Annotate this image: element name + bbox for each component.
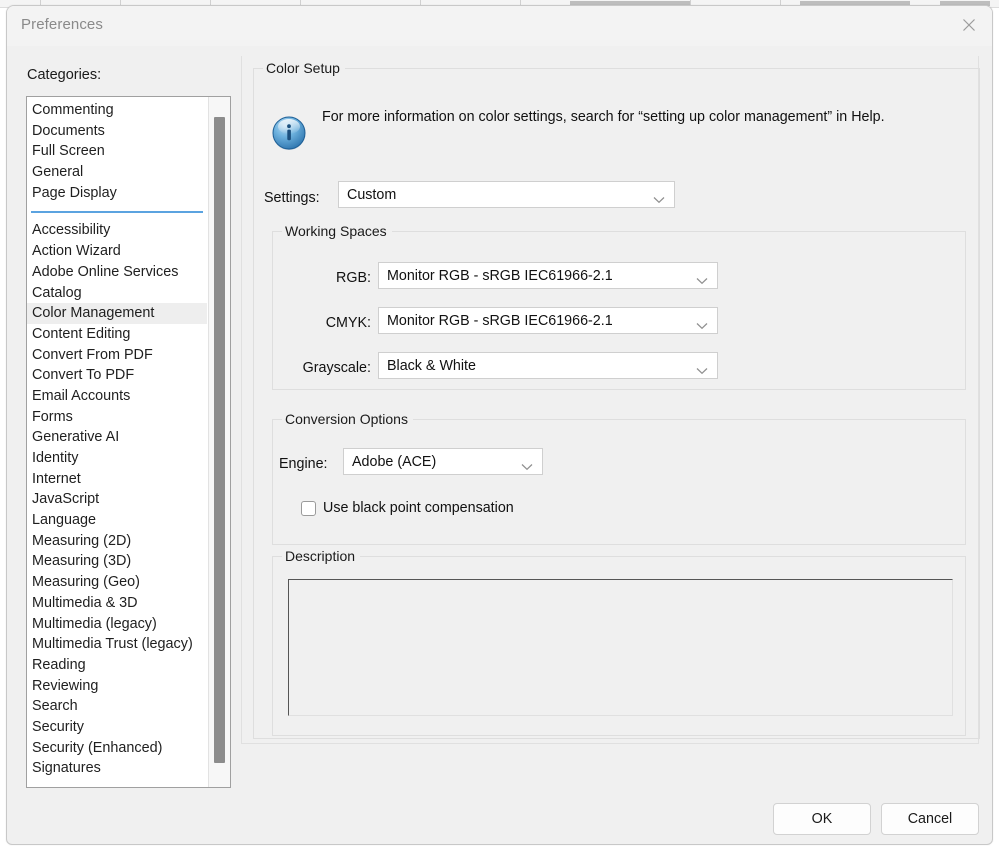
cmyk-dropdown[interactable]: Monitor RGB - sRGB IEC61966-2.1: [378, 307, 718, 334]
sidebar-item-documents[interactable]: Documents: [27, 121, 207, 142]
sidebar-item-adobe-online-services[interactable]: Adobe Online Services: [27, 262, 207, 283]
working-spaces-group: Working Spaces RGB: Monitor RGB - sRGB I…: [272, 223, 966, 390]
rgb-label: RGB:: [336, 270, 371, 286]
engine-label: Engine:: [279, 456, 328, 472]
sidebar-item-measuring-2d[interactable]: Measuring (2D): [27, 531, 207, 552]
window-title: Preferences: [21, 16, 103, 33]
sidebar-item-language[interactable]: Language: [27, 510, 207, 531]
sidebar-item-security[interactable]: Security: [27, 717, 207, 738]
conversion-options-legend: Conversion Options: [282, 411, 413, 427]
sidebar-item-multimedia-legacy[interactable]: Multimedia (legacy): [27, 614, 207, 635]
title-bar: Preferences: [7, 6, 992, 46]
settings-dropdown-value: Custom: [347, 186, 397, 203]
conversion-options-group: Conversion Options Engine: Adobe (ACE) U…: [272, 411, 966, 545]
categories-list[interactable]: Commenting Documents Full Screen General Pag…: [27, 97, 207, 787]
categories-listbox[interactable]: Commenting Documents Full Screen General Pag…: [26, 96, 231, 788]
sidebar-item-general[interactable]: General: [27, 162, 207, 183]
engine-dropdown[interactable]: Adobe (ACE): [343, 448, 543, 475]
info-text: For more information on color settings, …: [322, 109, 885, 125]
sidebar-item-catalog[interactable]: Catalog: [27, 283, 207, 304]
cmyk-dropdown-value: Monitor RGB - sRGB IEC61966-2.1: [387, 312, 613, 329]
sidebar-item-accessibility[interactable]: Accessibility: [27, 220, 207, 241]
sidebar-item-reviewing[interactable]: Reviewing: [27, 676, 207, 697]
engine-dropdown-value: Adobe (ACE): [352, 453, 437, 470]
settings-label: Settings:: [264, 190, 320, 206]
sidebar-item-convert-from-pdf[interactable]: Convert From PDF: [27, 345, 207, 366]
preferences-dialog: Preferences Categories: Commenting Docume…: [6, 5, 993, 845]
description-legend: Description: [282, 548, 361, 564]
chevron-down-icon: [696, 272, 708, 284]
rgb-dropdown-value: Monitor RGB - sRGB IEC61966-2.1: [387, 267, 613, 284]
sidebar-item-generative-ai[interactable]: Generative AI: [27, 427, 207, 448]
grayscale-label: Grayscale:: [302, 360, 371, 376]
chevron-down-icon: [696, 362, 708, 374]
description-textbox: [288, 579, 953, 716]
color-setup-group: Color Setup For more information on colo…: [253, 60, 980, 739]
color-setup-legend: Color Setup: [263, 60, 345, 76]
sidebar-item-color-management[interactable]: Color Management: [27, 303, 207, 324]
grayscale-dropdown-value: Black & White: [387, 357, 476, 374]
working-spaces-legend: Working Spaces: [282, 223, 392, 239]
sidebar-item-action-wizard[interactable]: Action Wizard: [27, 241, 207, 262]
description-group: Description: [272, 548, 966, 736]
sidebar-item-convert-to-pdf[interactable]: Convert To PDF: [27, 365, 207, 386]
sidebar-item-forms[interactable]: Forms: [27, 407, 207, 428]
chevron-down-icon: [653, 191, 665, 203]
sidebar-item-full-screen[interactable]: Full Screen: [27, 141, 207, 162]
sidebar-item-signatures[interactable]: Signatures: [27, 758, 207, 779]
sidebar-item-internet[interactable]: Internet: [27, 469, 207, 490]
black-point-compensation-checkbox[interactable]: Use black point compensation: [301, 500, 514, 516]
rgb-dropdown[interactable]: Monitor RGB - sRGB IEC61966-2.1: [378, 262, 718, 289]
categories-separator: [27, 203, 207, 220]
chevron-down-icon: [521, 458, 533, 470]
checkbox-box[interactable]: [301, 500, 316, 516]
sidebar-item-page-display[interactable]: Page Display: [27, 183, 207, 204]
cmyk-label: CMYK:: [325, 315, 371, 331]
categories-scrollbar[interactable]: [208, 97, 230, 787]
sidebar-item-commenting[interactable]: Commenting: [27, 100, 207, 121]
sidebar-item-measuring-geo[interactable]: Measuring (Geo): [27, 572, 207, 593]
sidebar-item-multimedia-3d[interactable]: Multimedia & 3D: [27, 593, 207, 614]
grayscale-dropdown[interactable]: Black & White: [378, 352, 718, 379]
ok-button[interactable]: OK: [773, 803, 871, 835]
sidebar-item-javascript[interactable]: JavaScript: [27, 489, 207, 510]
categories-scrollbar-thumb[interactable]: [214, 117, 225, 763]
black-point-compensation-label: Use black point compensation: [323, 500, 514, 516]
sidebar-item-multimedia-trust-legacy[interactable]: Multimedia Trust (legacy): [27, 634, 207, 655]
sidebar-item-reading[interactable]: Reading: [27, 655, 207, 676]
categories-label: Categories:: [27, 67, 102, 83]
sidebar-item-search[interactable]: Search: [27, 696, 207, 717]
cancel-button[interactable]: Cancel: [881, 803, 979, 835]
info-icon: [270, 114, 308, 152]
sidebar-item-identity[interactable]: Identity: [27, 448, 207, 469]
close-icon[interactable]: [946, 6, 992, 44]
chevron-down-icon: [696, 317, 708, 329]
settings-dropdown[interactable]: Custom: [338, 181, 675, 208]
sidebar-item-email-accounts[interactable]: Email Accounts: [27, 386, 207, 407]
sidebar-item-security-enhanced[interactable]: Security (Enhanced): [27, 738, 207, 759]
sidebar-item-measuring-3d[interactable]: Measuring (3D): [27, 551, 207, 572]
sidebar-item-content-editing[interactable]: Content Editing: [27, 324, 207, 345]
